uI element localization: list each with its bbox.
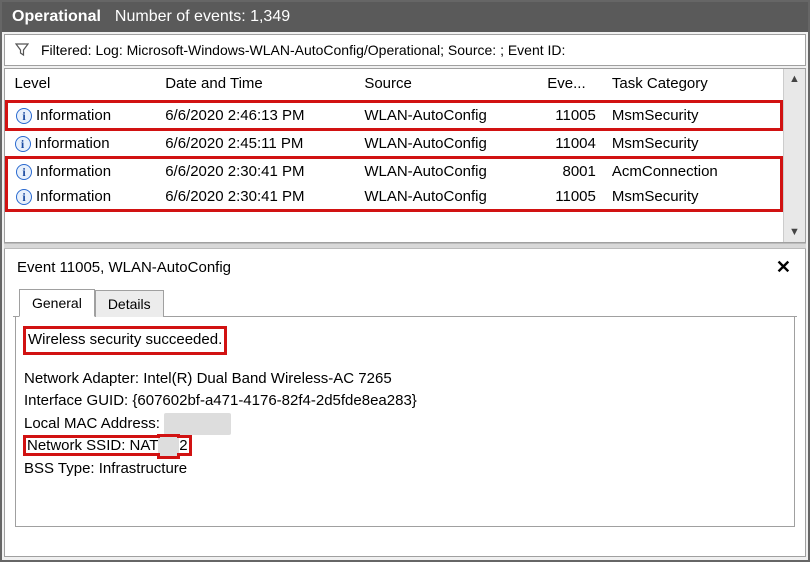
tab-details[interactable]: Details xyxy=(95,290,164,317)
event-count: Number of events: 1,349 xyxy=(115,8,290,26)
info-icon: i xyxy=(16,189,32,205)
ssid-line: Network SSID: NAT 2 xyxy=(24,435,786,458)
table-row[interactable]: iInformation6/6/2020 2:30:41 PMWLAN-Auto… xyxy=(7,184,782,211)
titlebar: Operational Number of events: 1,349 xyxy=(2,2,808,32)
detail-pane: Event 11005, WLAN-AutoConfig ✕ General D… xyxy=(4,249,806,557)
scroll-down-icon[interactable]: ▼ xyxy=(784,222,805,242)
event-table: Level Date and Time Source Eve... Task C… xyxy=(5,69,783,212)
col-task[interactable]: Task Category xyxy=(604,69,782,102)
info-icon: i xyxy=(16,108,32,124)
tabstrip: General Details xyxy=(13,288,797,317)
table-row[interactable]: iInformation6/6/2020 2:45:11 PMWLAN-Auto… xyxy=(7,130,782,158)
column-headers[interactable]: Level Date and Time Source Eve... Task C… xyxy=(7,69,782,102)
close-icon[interactable]: ✕ xyxy=(770,257,797,278)
scrollbar[interactable]: ▲ ▼ xyxy=(783,69,805,242)
funnel-icon xyxy=(13,41,31,59)
log-name: Operational xyxy=(12,8,101,26)
filter-bar: Filtered: Log: Microsoft-Windows-WLAN-Au… xyxy=(4,34,806,66)
col-eveid[interactable]: Eve... xyxy=(539,69,604,102)
detail-title: Event 11005, WLAN-AutoConfig xyxy=(17,259,231,276)
table-row[interactable]: iInformation6/6/2020 2:46:13 PMWLAN-Auto… xyxy=(7,102,782,130)
guid-line: Interface GUID: {607602bf-a471-4176-82f4… xyxy=(24,390,786,413)
info-icon: i xyxy=(16,164,32,180)
mac-line: Local MAC Address: xyxy=(24,413,786,436)
col-level[interactable]: Level xyxy=(7,69,158,102)
scroll-up-icon[interactable]: ▲ xyxy=(784,69,805,89)
table-row[interactable]: iInformation6/6/2020 2:30:41 PMWLAN-Auto… xyxy=(7,158,782,185)
detail-summary: Wireless security succeeded. xyxy=(24,327,226,354)
tab-general[interactable]: General xyxy=(19,289,95,317)
event-list: Level Date and Time Source Eve... Task C… xyxy=(4,68,806,243)
adapter-line: Network Adapter: Intel(R) Dual Band Wire… xyxy=(24,368,786,391)
mac-redacted xyxy=(164,413,231,436)
detail-body: Wireless security succeeded. Network Ada… xyxy=(15,317,795,527)
col-source[interactable]: Source xyxy=(356,69,539,102)
bss-line: BSS Type: Infrastructure xyxy=(24,458,786,481)
info-icon: i xyxy=(15,136,31,152)
filter-text: Filtered: Log: Microsoft-Windows-WLAN-Au… xyxy=(41,42,565,58)
col-date[interactable]: Date and Time xyxy=(157,69,356,102)
